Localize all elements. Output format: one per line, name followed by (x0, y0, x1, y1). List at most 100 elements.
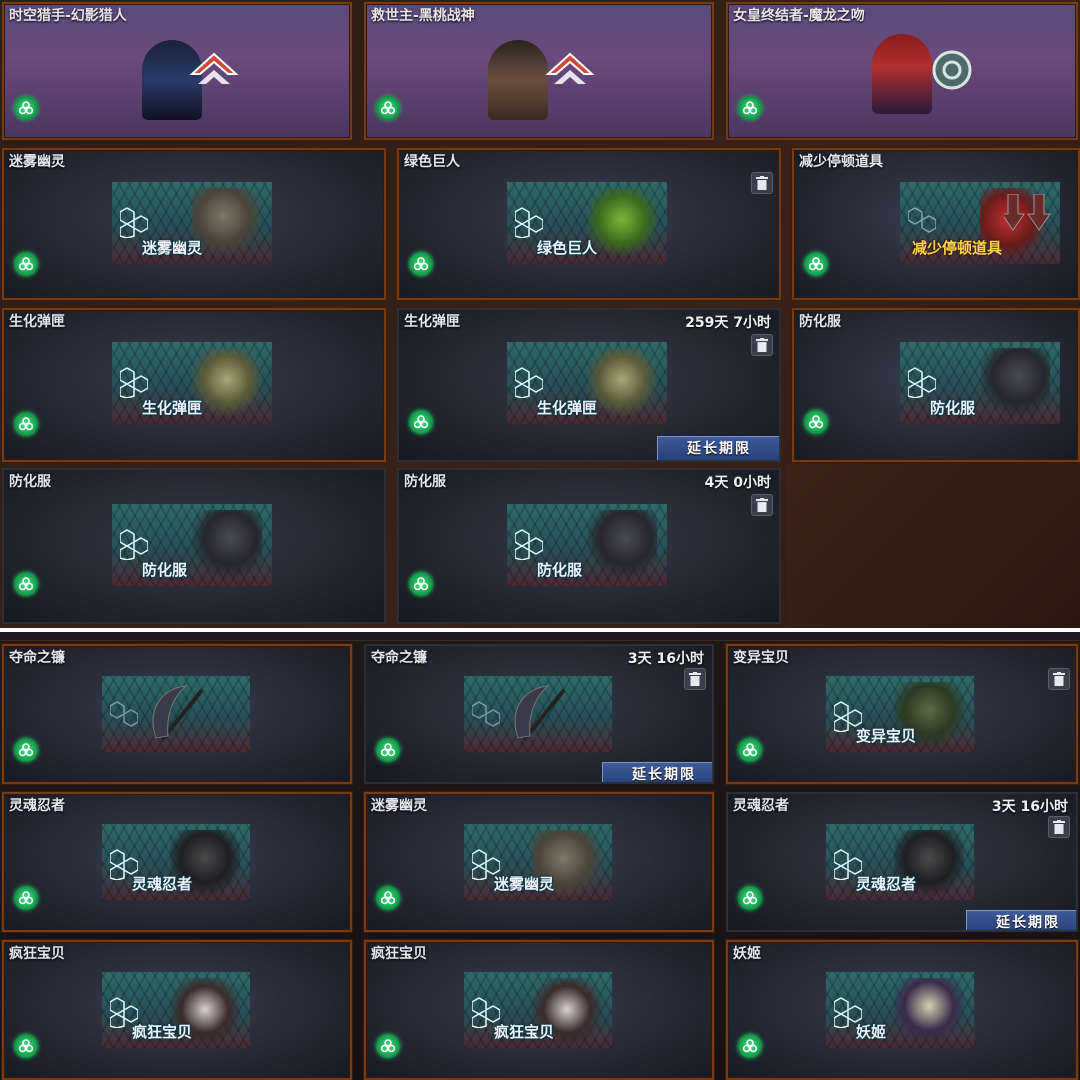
hexagon-pattern-icon (515, 207, 543, 238)
item-card[interactable]: 绿色巨人 绿色巨人 (397, 148, 781, 300)
item-card[interactable]: 迷雾幽灵 迷雾幽灵 (2, 148, 386, 300)
hero-title: 救世主-黑桃战神 (371, 8, 475, 24)
trash-icon[interactable] (684, 668, 706, 690)
item-card[interactable]: 防化服 4天 0小时 防化服 (397, 468, 781, 624)
item-art-label: 疯狂宝贝 (132, 1023, 193, 1041)
item-card[interactable]: 疯狂宝贝 疯狂宝贝 (364, 940, 714, 1080)
biohazard-icon (14, 572, 38, 596)
item-title: 变异宝贝 (733, 650, 789, 666)
item-art-label: 减少停顿道具 (912, 239, 1003, 257)
hexagon-pattern-icon (515, 529, 543, 560)
expiry-timer: 3天 16小时 (991, 799, 1068, 815)
item-art (192, 510, 262, 580)
trash-icon[interactable] (751, 334, 773, 356)
biohazard-icon (376, 886, 400, 910)
item-card[interactable]: 疯狂宝贝 疯狂宝贝 (2, 940, 352, 1080)
item-art-label: 妖姬 (856, 1023, 887, 1041)
item-title: 迷雾幽灵 (371, 798, 427, 814)
item-art (192, 188, 262, 258)
item-card[interactable]: 生化弹匣 生化弹匣 (2, 308, 386, 462)
item-art-label: 防化服 (930, 399, 976, 417)
hexagon-pattern-icon (472, 701, 500, 727)
item-card[interactable]: 防化服 防化服 (792, 308, 1080, 462)
item-art (587, 510, 657, 580)
item-thumbnail: 生化弹匣 (112, 342, 272, 424)
item-thumbnail: 变异宝贝 (826, 676, 974, 752)
hexagon-pattern-icon (120, 367, 148, 398)
item-thumbnail: 灵魂忍者 (826, 824, 974, 900)
item-art-label: 疯狂宝贝 (494, 1023, 555, 1041)
item-thumbnail: 妖姬 (826, 972, 974, 1048)
item-art-label: 迷雾幽灵 (142, 239, 203, 257)
item-title: 绿色巨人 (404, 154, 460, 170)
inventory-page-top: 时空猎手-幻影猎人 救世主-黑桃战神 女皇终结者-魔龙之吻 迷雾幽灵 迷雾幽灵 … (0, 0, 1080, 628)
biohazard-icon (14, 96, 38, 120)
item-card[interactable]: 变异宝贝 变异宝贝 (726, 644, 1078, 784)
trash-icon[interactable] (751, 172, 773, 194)
hero-card[interactable]: 时空猎手-幻影猎人 (2, 2, 352, 140)
biohazard-icon (804, 252, 828, 276)
extend-duration-button[interactable]: 延长期限 (966, 910, 1076, 930)
item-art (980, 348, 1050, 418)
hexagon-pattern-icon (120, 207, 148, 238)
biohazard-icon (376, 738, 400, 762)
item-title: 减少停顿道具 (799, 154, 883, 170)
biohazard-icon (14, 886, 38, 910)
biohazard-icon (738, 1034, 762, 1058)
biohazard-icon (738, 886, 762, 910)
item-art-label: 变异宝贝 (856, 727, 917, 745)
biohazard-icon (804, 410, 828, 434)
item-art-label: 迷雾幽灵 (494, 875, 555, 893)
expiry-timer: 259天 7小时 (685, 315, 771, 331)
hero-card[interactable]: 救世主-黑桃战神 (364, 2, 714, 140)
trash-icon[interactable] (751, 494, 773, 516)
item-art-label: 防化服 (142, 561, 188, 579)
trash-icon[interactable] (1048, 668, 1070, 690)
hero-title: 时空猎手-幻影猎人 (9, 8, 127, 24)
hexagon-pattern-icon (120, 529, 148, 560)
item-card[interactable]: 防化服 防化服 (2, 468, 386, 624)
empty-slot (786, 464, 1080, 628)
hexagon-pattern-icon (110, 701, 138, 727)
hexagon-pattern-icon (908, 367, 936, 398)
item-card[interactable]: 灵魂忍者 3天 16小时 灵魂忍者 延长期限 (726, 792, 1078, 932)
item-thumbnail: 防化服 (900, 342, 1060, 424)
hexagon-pattern-icon (908, 207, 936, 233)
expiry-timer: 3天 16小时 (627, 651, 704, 667)
item-card[interactable]: 迷雾幽灵 迷雾幽灵 (364, 792, 714, 932)
biohazard-icon (376, 96, 400, 120)
item-art (587, 188, 657, 258)
item-card[interactable]: 妖姬 妖姬 (726, 940, 1078, 1080)
down-arrows-icon (1004, 194, 1051, 231)
item-card[interactable]: 灵魂忍者 灵魂忍者 (2, 792, 352, 932)
item-title: 防化服 (799, 314, 841, 330)
item-thumbnail: 防化服 (112, 504, 272, 586)
item-card[interactable]: 夺命之镰 (2, 644, 352, 784)
hero-card[interactable]: 女皇终结者-魔龙之吻 (726, 2, 1078, 140)
item-title: 夺命之镰 (9, 650, 65, 666)
hero-title: 女皇终结者-魔龙之吻 (733, 8, 865, 24)
item-thumbnail: 防化服 (507, 504, 667, 586)
item-title: 夺命之镰 (371, 650, 427, 666)
item-art-label: 灵魂忍者 (132, 875, 193, 893)
item-card[interactable]: 生化弹匣 259天 7小时 生化弹匣 延长期限 (397, 308, 781, 462)
item-thumbnail: 迷雾幽灵 (464, 824, 612, 900)
item-title: 灵魂忍者 (9, 798, 65, 814)
extend-duration-button[interactable]: 延长期限 (602, 762, 712, 782)
scythe-icon (152, 685, 204, 742)
item-title: 生化弹匣 (9, 314, 65, 330)
biohazard-icon (409, 572, 433, 596)
item-card[interactable]: 夺命之镰 3天 16小时 延长期限 (364, 644, 714, 784)
rank-emblem-icon (545, 52, 595, 84)
item-title: 防化服 (404, 474, 446, 490)
item-art (894, 978, 964, 1048)
biohazard-icon (738, 96, 762, 120)
item-art-label: 绿色巨人 (537, 239, 598, 257)
biohazard-icon (376, 1034, 400, 1058)
item-title: 生化弹匣 (404, 314, 460, 330)
trash-icon[interactable] (1048, 816, 1070, 838)
hexagon-pattern-icon (515, 367, 543, 398)
biohazard-icon (409, 252, 433, 276)
item-card[interactable]: 减少停顿道具 减少停顿道具 (792, 148, 1080, 300)
extend-duration-button[interactable]: 延长期限 (657, 436, 779, 460)
